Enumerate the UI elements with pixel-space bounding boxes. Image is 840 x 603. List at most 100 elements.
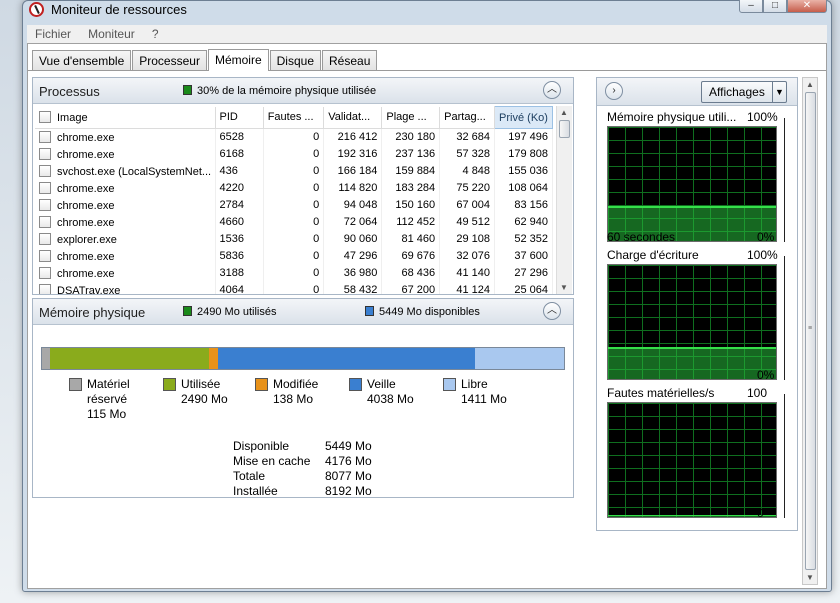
chevron-up-icon: ︿ [547,305,557,316]
table-cell: 108 064 [494,179,553,197]
table-cell: 67 004 [439,196,496,214]
available-swatch [365,306,374,316]
row-checkbox[interactable] [39,249,51,262]
row-checkbox[interactable] [39,266,51,279]
table-row[interactable]: chrome.exe 6528 0 216 412 230 180 32 684 197 4… [35,128,553,146]
table-row[interactable]: chrome.exe 4220 0 114 820 183 284 75 220 108 0… [35,179,553,197]
title-bar[interactable]: Moniteur de ressources – □ ✕ [23,0,831,19]
process-image-cell: chrome.exe [35,145,216,163]
table-cell: 0 [263,179,325,197]
main-client-area: Vue d'ensemble Processeur Mémoire Disque… [27,43,827,589]
physical-memory-header[interactable]: Mémoire physique 2490 Mo utilisés 5449 M… [33,299,573,325]
processes-table: Image PID Fautes ... Validat... Plage ..… [35,106,553,294]
collapse-processes-button[interactable]: ︿ [543,81,561,99]
scroll-up-icon[interactable]: ▲ [560,108,568,117]
select-all-checkbox[interactable] [39,110,51,123]
table-row[interactable]: svchost.exe (LocalSystemNet... 436 0 166 18… [35,162,553,180]
physical-memory-title: Mémoire physique [39,305,146,320]
table-cell: 6528 [215,128,264,146]
main-scrollbar[interactable]: ▲ ≡ ▼ [802,77,818,585]
memory-segment [50,348,209,369]
collapse-memory-button[interactable]: ︿ [543,302,561,320]
table-header-row: Image PID Fautes ... Validat... Plage ..… [35,106,553,129]
column-private[interactable]: Privé (Ko) [494,106,553,129]
processes-scroll-thumb[interactable] [559,120,570,138]
process-image-cell: chrome.exe [35,128,216,146]
legend-swatch [69,378,82,391]
column-image[interactable]: Image [35,106,216,129]
physical-memory-panel: Mémoire physique 2490 Mo utilisés 5449 M… [32,298,574,498]
row-checkbox[interactable] [39,232,51,245]
table-cell: 0 [263,230,325,248]
table-cell: 25 064 [494,281,553,294]
table-cell: 0 [263,213,325,231]
menu-help[interactable]: ? [144,25,165,41]
table-cell: 58 432 [323,281,383,294]
table-cell: 90 060 [323,230,383,248]
column-faults[interactable]: Fautes ... [263,106,325,129]
table-cell: 5836 [215,247,264,265]
row-checkbox[interactable] [39,147,51,160]
table-cell: 197 496 [494,128,553,146]
table-cell: 41 140 [439,264,496,282]
column-working-set[interactable]: Plage ... [381,106,441,129]
table-cell: 57 328 [439,145,496,163]
table-cell: 0 [263,196,325,214]
legend-swatch [163,378,176,391]
table-cell: 62 940 [494,213,553,231]
row-checkbox[interactable] [39,283,51,294]
table-row[interactable]: chrome.exe 6168 0 192 316 237 136 57 328 179 8… [35,145,553,163]
main-scroll-thumb[interactable]: ≡ [805,92,816,570]
row-checkbox[interactable] [39,130,51,143]
table-cell: 75 220 [439,179,496,197]
table-row[interactable]: explorer.exe 1536 0 90 060 81 460 29 108 52 35… [35,230,553,248]
graph-level-fill [608,515,776,517]
menu-fichier[interactable]: Fichier [27,25,77,41]
processes-header[interactable]: Processus 30% de la mémoire physique uti… [33,78,573,104]
graph-max: 100% [747,110,778,124]
row-checkbox[interactable] [39,164,51,177]
tab-disk[interactable]: Disque [269,50,321,70]
scroll-up-icon[interactable]: ▲ [806,80,814,89]
memory-legend-item: Utilisée 2490 Mo [163,377,253,407]
row-checkbox[interactable] [39,181,51,194]
column-commit[interactable]: Validat... [323,106,383,129]
table-cell: 166 184 [323,162,383,180]
tab-network[interactable]: Réseau [322,50,378,70]
table-cell: 32 684 [439,128,496,146]
legend-swatch [349,378,362,391]
maximize-button[interactable]: □ [763,0,787,13]
expand-right-button[interactable]: › [605,82,623,100]
menu-moniteur[interactable]: Moniteur [80,25,141,41]
row-checkbox[interactable] [39,198,51,211]
memory-segment [209,348,218,369]
memory-legend-item: Libre 1411 Mo [443,377,533,407]
graph-title: Charge d'écriture [607,248,699,262]
table-cell: 36 980 [323,264,383,282]
table-row[interactable]: chrome.exe 3188 0 36 980 68 436 41 140 27 296 [35,264,553,282]
row-checkbox[interactable] [39,215,51,228]
table-row[interactable]: chrome.exe 5836 0 47 296 69 676 32 076 37 600 [35,247,553,265]
tab-memory[interactable]: Mémoire [207,49,269,71]
processes-title: Processus [39,84,100,99]
table-cell: 0 [263,162,325,180]
table-cell: 49 512 [439,213,496,231]
views-dropdown[interactable]: Affichages ▼ [701,81,787,103]
column-pid[interactable]: PID [215,106,264,129]
table-row[interactable]: chrome.exe 2784 0 94 048 150 160 67 004 83 156 [35,196,553,214]
scroll-down-icon[interactable]: ▼ [806,573,814,582]
table-row[interactable]: chrome.exe 4660 0 72 064 112 452 49 512 62 940 [35,213,553,231]
menu-bar: Fichier Moniteur ? [27,25,827,43]
tab-overview[interactable]: Vue d'ensemble [32,50,132,70]
table-row[interactable]: DSATray.exe 4064 0 58 432 67 200 41 124 25 064 [35,281,553,294]
legend-swatch [255,378,268,391]
close-button[interactable]: ✕ [787,0,827,13]
processes-scrollbar[interactable]: ▲ ▼ [556,106,572,294]
table-cell: 81 460 [381,230,441,248]
table-cell: 436 [215,162,264,180]
graphs-panel: › Affichages ▼ Mémoire physique utili...… [596,77,798,531]
column-shared[interactable]: Partag... [439,106,496,129]
minimize-button[interactable]: – [739,0,763,13]
tab-cpu[interactable]: Processeur [132,50,207,70]
scroll-down-icon[interactable]: ▼ [560,283,568,292]
